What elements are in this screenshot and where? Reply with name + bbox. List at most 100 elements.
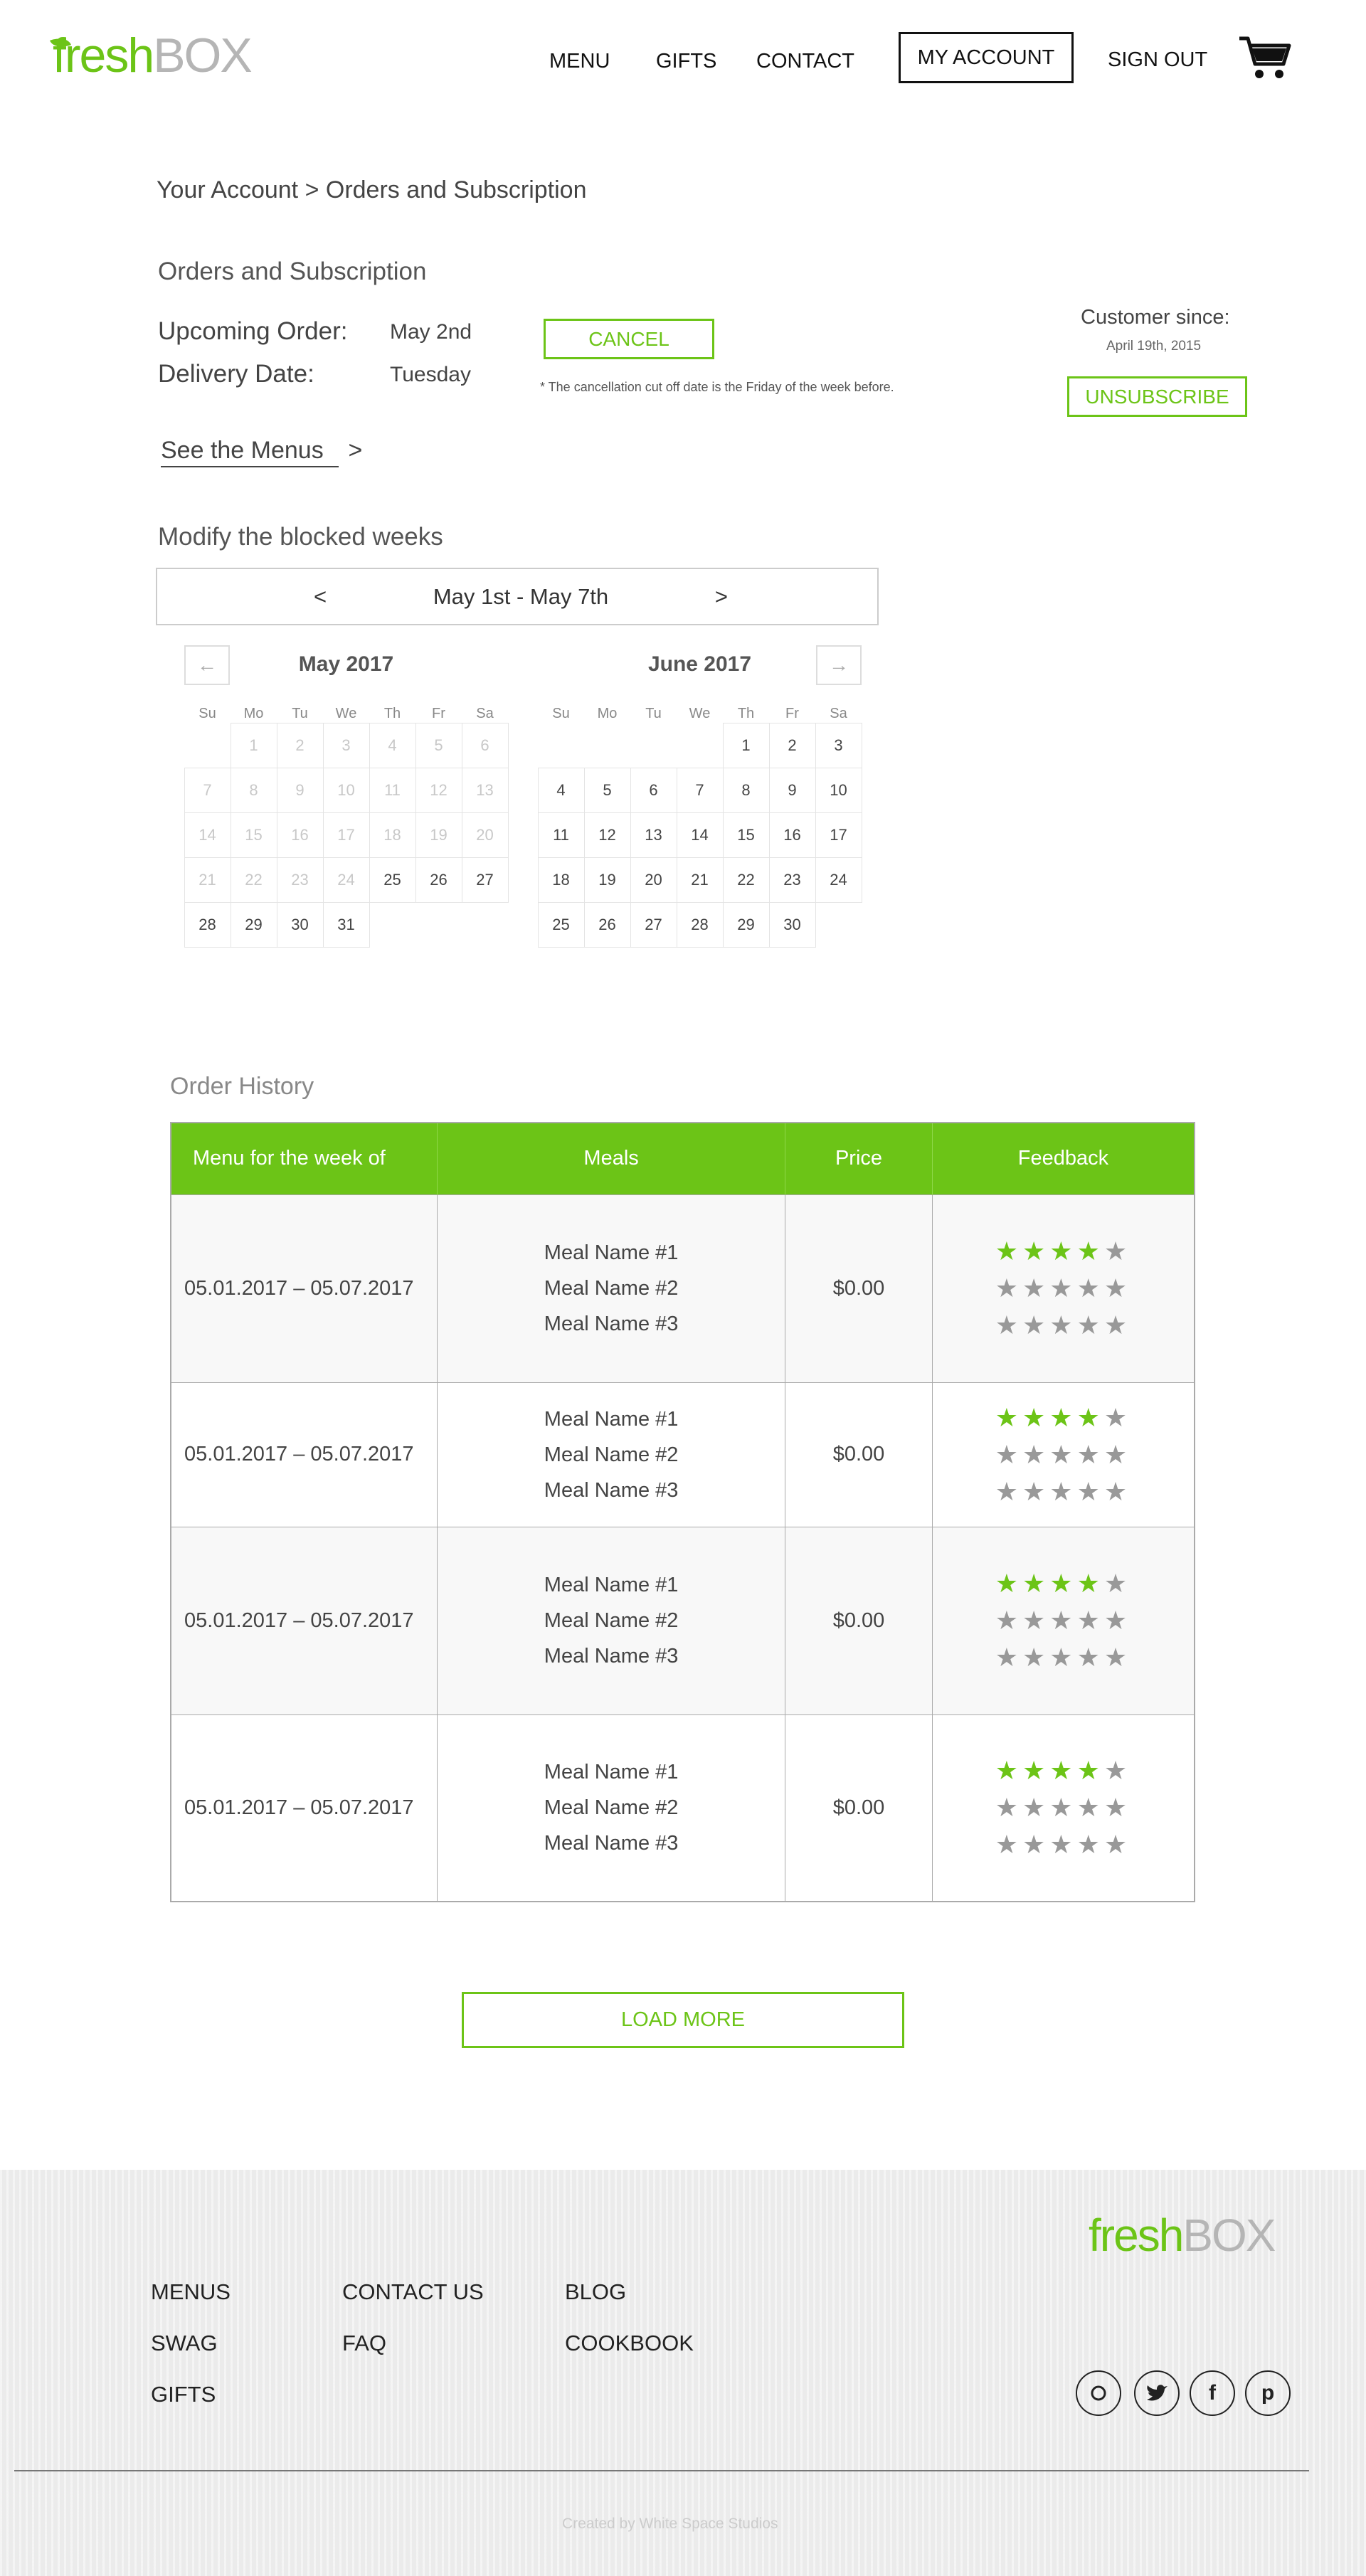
meal-name[interactable]: Meal Name #1 [438,1235,785,1271]
star-icon[interactable]: ★ [995,1606,1022,1635]
meal-name[interactable]: Meal Name #1 [438,1401,785,1437]
star-icon[interactable]: ★ [1077,1830,1104,1859]
calendar-day[interactable]: 14 [676,812,724,858]
breadcrumb[interactable]: Your Account > Orders and Subscription [157,176,587,204]
star-icon[interactable]: ★ [1077,1477,1104,1506]
calendar-day[interactable]: 4 [537,767,585,813]
calendar-day[interactable]: 11 [537,812,585,858]
star-icon[interactable]: ★ [995,1403,1022,1432]
week-next-button[interactable]: > [715,584,728,610]
calendar-day[interactable]: 28 [676,901,724,948]
star-icon[interactable]: ★ [1022,1403,1049,1432]
star-icon[interactable]: ★ [1077,1440,1104,1469]
star-rating[interactable]: ★★★★★ [933,1436,1194,1473]
star-icon[interactable]: ★ [995,1273,1022,1303]
calendar-day[interactable]: 6 [630,767,677,813]
star-icon[interactable]: ★ [1022,1477,1049,1506]
meal-name[interactable]: Meal Name #2 [438,1437,785,1473]
calendar-day[interactable]: 13 [630,812,677,858]
star-icon[interactable]: ★ [1077,1310,1104,1340]
star-icon[interactable]: ★ [1104,1830,1131,1859]
calendar-day[interactable]: 5 [583,767,631,813]
star-icon[interactable]: ★ [1022,1236,1049,1266]
star-icon[interactable]: ★ [1077,1643,1104,1672]
calendar-day[interactable]: 19 [583,857,631,903]
star-icon[interactable]: ★ [995,1830,1022,1859]
star-icon[interactable]: ★ [1104,1310,1131,1340]
star-icon[interactable]: ★ [1077,1793,1104,1822]
calendar-day[interactable]: 17 [815,812,862,858]
star-icon[interactable]: ★ [1049,1440,1076,1469]
star-rating[interactable]: ★★★★★ [933,1826,1194,1863]
cancel-button[interactable]: CANCEL [544,319,714,359]
calendar-day[interactable]: 24 [815,857,862,903]
star-icon[interactable]: ★ [1022,1830,1049,1859]
load-more-button[interactable]: LOAD MORE [462,1992,904,2048]
star-icon[interactable]: ★ [995,1793,1022,1822]
calendar-day[interactable]: 29 [722,901,770,948]
star-icon[interactable]: ★ [1077,1236,1104,1266]
calendar-day[interactable]: 31 [322,901,370,948]
calendar-day[interactable]: 27 [461,857,509,903]
star-icon[interactable]: ★ [995,1440,1022,1469]
star-rating[interactable]: ★★★★★ [933,1233,1194,1270]
star-icon[interactable]: ★ [1022,1606,1049,1635]
star-icon[interactable]: ★ [1022,1569,1049,1598]
calendar-day[interactable]: 8 [722,767,770,813]
calendar-day[interactable]: 30 [276,901,324,948]
twitter-icon[interactable] [1134,2370,1180,2416]
star-rating[interactable]: ★★★★★ [933,1602,1194,1639]
star-icon[interactable]: ★ [1049,1477,1076,1506]
star-icon[interactable]: ★ [1104,1606,1131,1635]
star-rating[interactable]: ★★★★★ [933,1789,1194,1826]
meal-name[interactable]: Meal Name #2 [438,1603,785,1638]
calendar-day[interactable]: 26 [583,901,631,948]
meal-name[interactable]: Meal Name #3 [438,1473,785,1508]
star-icon[interactable]: ★ [1049,1569,1076,1598]
calendar-day[interactable]: 28 [184,901,231,948]
cart-icon[interactable] [1238,34,1292,81]
calendar-day[interactable]: 20 [630,857,677,903]
star-icon[interactable]: ★ [995,1643,1022,1672]
star-icon[interactable]: ★ [1049,1756,1076,1785]
meal-name[interactable]: Meal Name #3 [438,1306,785,1342]
calendar-day[interactable]: 3 [815,722,862,768]
star-icon[interactable]: ★ [1104,1236,1131,1266]
calendar-day[interactable]: 26 [415,857,462,903]
calendar-day[interactable]: 7 [676,767,724,813]
star-icon[interactable]: ★ [1049,1310,1076,1340]
star-icon[interactable]: ★ [1104,1440,1131,1469]
my-account-button[interactable]: MY ACCOUNT [899,32,1074,83]
star-icon[interactable]: ★ [1049,1606,1076,1635]
calendar-day[interactable]: 2 [768,722,816,768]
meal-name[interactable]: Meal Name #1 [438,1567,785,1603]
calendar-day[interactable]: 30 [768,901,816,948]
star-icon[interactable]: ★ [1104,1273,1131,1303]
calendar-day[interactable]: 22 [722,857,770,903]
meal-name[interactable]: Meal Name #2 [438,1271,785,1306]
calendar-day[interactable]: 21 [676,857,724,903]
star-icon[interactable]: ★ [1049,1643,1076,1672]
star-icon[interactable]: ★ [1104,1643,1131,1672]
star-icon[interactable]: ★ [995,1756,1022,1785]
star-icon[interactable]: ★ [1022,1756,1049,1785]
star-rating[interactable]: ★★★★★ [933,1639,1194,1676]
star-icon[interactable]: ★ [1049,1236,1076,1266]
star-rating[interactable]: ★★★★★ [933,1399,1194,1436]
star-icon[interactable]: ★ [1077,1403,1104,1432]
star-icon[interactable]: ★ [1077,1606,1104,1635]
star-icon[interactable]: ★ [1022,1793,1049,1822]
star-icon[interactable]: ★ [1022,1310,1049,1340]
nav-sign-out[interactable]: SIGN OUT [1108,48,1207,72]
star-icon[interactable]: ★ [1077,1273,1104,1303]
unsubscribe-button[interactable]: UNSUBSCRIBE [1067,376,1247,417]
star-icon[interactable]: ★ [1104,1756,1131,1785]
star-icon[interactable]: ★ [1049,1403,1076,1432]
calendar-day[interactable]: 12 [583,812,631,858]
calendar-day[interactable]: 25 [537,901,585,948]
star-icon[interactable]: ★ [1077,1756,1104,1785]
star-icon[interactable]: ★ [1022,1643,1049,1672]
calendar-day[interactable]: 9 [768,767,816,813]
meal-name[interactable]: Meal Name #1 [438,1754,785,1790]
star-icon[interactable]: ★ [995,1236,1022,1266]
